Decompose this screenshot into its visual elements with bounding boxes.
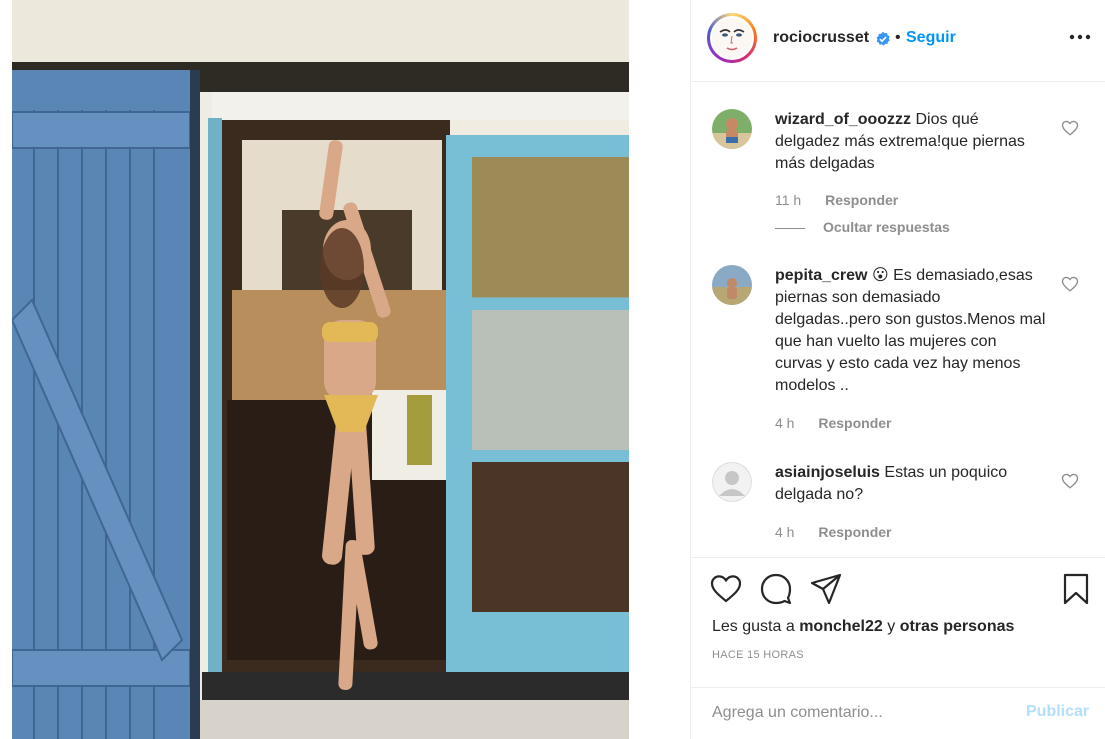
reply-button[interactable]: Responder bbox=[825, 192, 898, 208]
comment-meta: 4 h Responder bbox=[775, 415, 891, 431]
comment-meta: 11 h Responder bbox=[775, 192, 898, 208]
post-time-ago[interactable]: HACE 15 HORAS bbox=[712, 649, 804, 661]
comments-list[interactable]: wizard_of_ooozzz Dios qué delgadez más e… bbox=[691, 83, 1105, 557]
comment-avatar[interactable] bbox=[712, 462, 752, 502]
avatar-image bbox=[710, 16, 754, 60]
likes-user-link[interactable]: monchel22 bbox=[799, 618, 883, 635]
comment-time: 4 h bbox=[775, 524, 795, 540]
comment-time: 4 h bbox=[775, 415, 795, 431]
comment-text: asiainjoseluis Estas un poquico delgada … bbox=[775, 462, 1047, 506]
comment-body: Es demasiado,esas piernas son demasiado … bbox=[775, 267, 1046, 394]
likes-connector: y bbox=[887, 618, 896, 635]
add-comment-bar: Publicar bbox=[691, 687, 1105, 739]
reply-button[interactable]: Responder bbox=[818, 524, 891, 540]
publish-button[interactable]: Publicar bbox=[1026, 703, 1089, 721]
more-options-icon[interactable] bbox=[1067, 22, 1093, 52]
post-side-panel: rociocrusset • Seguir wizard_of_ooozzz D… bbox=[690, 0, 1105, 739]
hide-replies-label: Ocultar respuestas bbox=[823, 219, 950, 235]
post-photo[interactable] bbox=[12, 0, 629, 739]
comment-avatar[interactable] bbox=[712, 265, 752, 305]
avatar[interactable] bbox=[707, 13, 757, 63]
comment-meta: 4 h Responder bbox=[775, 524, 891, 540]
comment-emoji: 😮 bbox=[871, 267, 889, 284]
likes-summary: Les gusta a monchel22 y otras personas bbox=[712, 618, 1014, 636]
post-header: rociocrusset • Seguir bbox=[691, 0, 1105, 82]
post-username[interactable]: rociocrusset bbox=[773, 29, 869, 47]
comment-like-heart-icon[interactable] bbox=[1061, 472, 1079, 490]
likes-others-link[interactable]: otras personas bbox=[900, 618, 1015, 635]
post-actions: Les gusta a monchel22 y otras personas H… bbox=[691, 557, 1105, 687]
likes-prefix: Les gusta a bbox=[712, 618, 795, 635]
comment-avatar[interactable] bbox=[712, 109, 752, 149]
heart-icon[interactable] bbox=[709, 572, 743, 606]
header-separator: • bbox=[895, 29, 901, 46]
comment-time: 11 h bbox=[775, 192, 802, 208]
comment-username[interactable]: asiainjoseluis bbox=[775, 464, 880, 481]
bookmark-icon[interactable] bbox=[1059, 572, 1093, 606]
hide-replies-button[interactable]: Ocultar respuestas bbox=[775, 219, 950, 235]
hide-replies-line bbox=[775, 227, 805, 229]
reply-button[interactable]: Responder bbox=[818, 415, 891, 431]
comment-text: pepita_crew 😮 Es demasiado,esas piernas … bbox=[775, 265, 1047, 397]
comment-input[interactable] bbox=[712, 701, 1012, 725]
comment-like-heart-icon[interactable] bbox=[1061, 119, 1079, 137]
comment-username[interactable]: pepita_crew bbox=[775, 267, 867, 284]
follow-button[interactable]: Seguir bbox=[906, 29, 956, 47]
verified-badge-icon bbox=[876, 31, 890, 46]
comment-text: wizard_of_ooozzz Dios qué delgadez más e… bbox=[775, 109, 1047, 175]
share-icon[interactable] bbox=[809, 572, 843, 606]
comment-username[interactable]: wizard_of_ooozzz bbox=[775, 111, 911, 128]
comment-icon[interactable] bbox=[759, 572, 793, 606]
post-photo-illustration bbox=[12, 0, 629, 739]
comment-like-heart-icon[interactable] bbox=[1061, 275, 1079, 293]
